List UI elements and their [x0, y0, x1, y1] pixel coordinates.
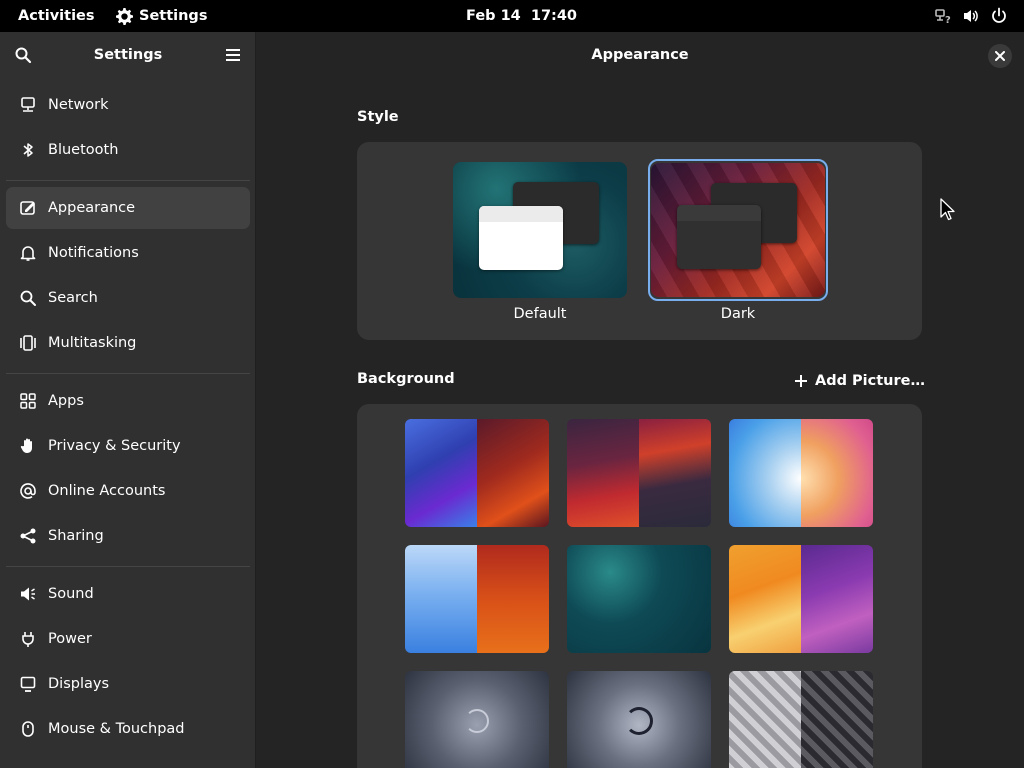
network-icon — [21, 97, 35, 112]
sidebar-item-label: Multitasking — [48, 335, 137, 351]
sidebar: Settings Network Bluetooth Appearance No… — [0, 32, 256, 768]
power-plug-icon — [22, 632, 34, 647]
mouse-icon — [22, 721, 34, 737]
sidebar-divider — [6, 566, 250, 567]
wallpaper-thumbnail[interactable] — [405, 419, 549, 527]
close-button[interactable] — [988, 44, 1012, 68]
sidebar-item-mouse-touchpad[interactable]: Mouse & Touchpad — [6, 708, 250, 750]
hamburger-menu-icon[interactable] — [224, 46, 242, 64]
style-section-title: Style — [357, 109, 399, 125]
sidebar-item-sound[interactable]: Sound — [6, 573, 250, 615]
wallpaper-thumbnail[interactable] — [729, 671, 873, 768]
sidebar-item-label: Bluetooth — [48, 142, 119, 158]
app-menu-label: Settings — [139, 8, 208, 24]
wallpaper-thumbnail[interactable] — [567, 545, 711, 653]
volume-icon[interactable] — [962, 7, 980, 25]
svg-text:?: ? — [945, 15, 951, 25]
wallpaper-thumbnail[interactable] — [729, 545, 873, 653]
sidebar-title: Settings — [93, 47, 163, 63]
activities-button[interactable]: Activities — [18, 0, 95, 32]
search-icon — [20, 290, 36, 306]
sidebar-item-label: Mouse & Touchpad — [48, 721, 185, 737]
mouse-pointer-icon — [940, 198, 955, 221]
sidebar-item-label: Displays — [48, 676, 110, 692]
style-option-label: Default — [513, 306, 567, 322]
page-title: Appearance — [591, 47, 689, 63]
background-section-title: Background — [357, 371, 455, 387]
wallpaper-thumbnail[interactable] — [405, 545, 549, 653]
background-grid — [357, 404, 922, 768]
sidebar-divider — [6, 180, 250, 181]
sidebar-item-label: Sound — [48, 586, 94, 602]
sidebar-divider — [6, 373, 250, 374]
close-icon — [995, 51, 1005, 61]
style-option-default[interactable] — [453, 162, 627, 298]
style-card: Default Dark — [357, 142, 922, 340]
app-menu[interactable]: Settings — [116, 0, 207, 32]
wallpaper-thumbnail[interactable] — [405, 671, 549, 768]
share-icon — [20, 528, 36, 544]
sidebar-item-power[interactable]: Power — [6, 618, 250, 660]
multitasking-icon — [20, 335, 36, 351]
apps-grid-icon — [20, 393, 36, 409]
sidebar-item-notifications[interactable]: Notifications — [6, 232, 250, 274]
power-icon[interactable] — [990, 7, 1008, 25]
sidebar-item-network[interactable]: Network — [6, 84, 250, 126]
sidebar-header: Settings — [0, 32, 256, 78]
sidebar-item-bluetooth[interactable]: Bluetooth — [6, 129, 250, 171]
add-picture-label: Add Picture… — [815, 373, 925, 389]
sidebar-item-label: Network — [48, 97, 109, 113]
appearance-icon — [20, 201, 35, 215]
speaker-icon — [21, 587, 35, 601]
sidebar-item-label: Notifications — [48, 245, 139, 261]
sidebar-item-search[interactable]: Search — [6, 277, 250, 319]
style-option-label: Dark — [720, 306, 756, 322]
window-preview — [479, 206, 563, 270]
wallpaper-thumbnail[interactable] — [567, 419, 711, 527]
style-option-dark[interactable] — [651, 163, 825, 297]
plus-icon — [795, 375, 807, 387]
clock[interactable]: Feb 14 17:40 — [466, 0, 577, 32]
wallpaper-thumbnail[interactable] — [729, 419, 873, 527]
sidebar-item-apps[interactable]: Apps — [6, 380, 250, 422]
sidebar-item-label: Search — [48, 290, 98, 306]
sidebar-item-label: Appearance — [48, 200, 136, 216]
sidebar-item-label: Apps — [48, 393, 84, 409]
gear-icon — [116, 7, 133, 25]
sidebar-item-appearance[interactable]: Appearance — [6, 187, 250, 229]
sidebar-item-sharing[interactable]: Sharing — [6, 515, 250, 557]
sidebar-item-privacy-security[interactable]: Privacy & Security — [6, 425, 250, 467]
display-icon — [20, 676, 36, 692]
window-preview — [677, 205, 761, 269]
sidebar-item-label: Sharing — [48, 528, 104, 544]
bluetooth-icon — [23, 143, 33, 157]
sidebar-item-online-accounts[interactable]: Online Accounts — [6, 470, 250, 512]
wallpaper-thumbnail[interactable] — [567, 671, 711, 768]
sidebar-item-multitasking[interactable]: Multitasking — [6, 322, 250, 364]
sidebar-item-displays[interactable]: Displays — [6, 663, 250, 705]
at-sign-icon — [20, 483, 36, 499]
add-picture-button[interactable]: Add Picture… — [794, 370, 925, 392]
sidebar-item-label: Privacy & Security — [48, 438, 181, 454]
bell-icon — [20, 246, 36, 261]
main-panel: Appearance Style Default Dark Background… — [256, 32, 1024, 768]
hand-icon — [20, 438, 32, 453]
network-question-icon[interactable]: ? — [934, 7, 952, 25]
top-bar: Activities Settings Feb 14 17:40 ? — [0, 0, 1024, 32]
sidebar-item-label: Power — [48, 631, 92, 647]
sidebar-item-label: Online Accounts — [48, 483, 166, 499]
